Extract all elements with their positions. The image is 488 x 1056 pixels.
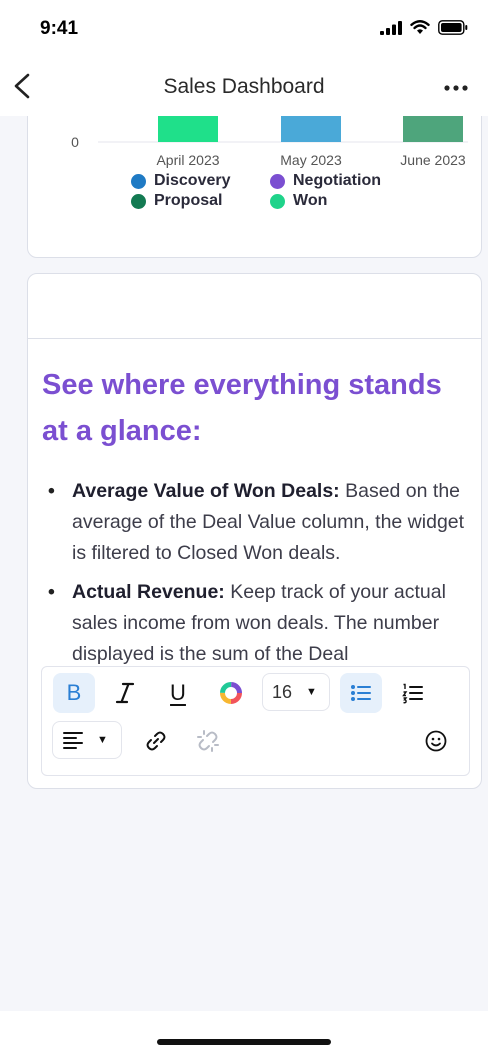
list-item-title: Average Value of Won Deals: [72,480,340,502]
x-axis-tick-label: June 2023 [400,152,466,168]
color-wheel-icon [220,682,242,704]
status-bar: 9:41 [0,0,488,60]
legend-label: Negotiation [293,172,381,189]
font-size-value: 16 [272,681,293,702]
x-axis-tick-label: April 2023 [156,152,219,168]
status-icons [380,20,468,35]
underline-icon: U [170,680,186,705]
legend-item-discovery: Discovery [131,172,231,190]
bar-chart: 0 April 2023 May 2023 June 2023 [71,116,468,168]
bullet-marker: • [48,581,55,603]
list-item: • Actual Revenue: Keep track of your act… [42,577,472,668]
bold-button[interactable]: B [53,673,95,713]
widget-header [28,274,481,339]
legend-label: Proposal [154,192,223,209]
legend-item-proposal: Proposal [131,192,222,210]
numbered-list-icon [402,683,423,704]
bullet-list-button[interactable] [340,673,382,713]
italic-button[interactable] [104,673,146,713]
home-indicator-area [0,1011,488,1056]
bullet-list-icon [351,685,371,701]
legend-dot-negotiation [270,173,285,189]
x-axis-tick-label: May 2023 [280,152,342,168]
italic-icon [115,682,135,704]
legend-dot-proposal [131,193,146,209]
unlink-icon [197,730,219,752]
list-item: • Average Value of Won Deals: Based on t… [42,476,472,569]
caret-down-icon: ▼ [97,734,108,746]
dashboard-content[interactable]: 0 April 2023 May 2023 June 2023 Discovery … [0,116,488,1011]
rich-text-editor[interactable]: See where everything stands at a glance:… [42,362,472,668]
bar-discovery-1 [281,116,341,142]
page-title: Sales Dashboard [163,75,325,98]
emoji-icon [425,730,447,752]
text-widget-card: See where everything stands at a glance:… [27,273,482,789]
legend-item-negotiation: Negotiation [270,172,381,190]
editor-bullet-list: • Average Value of Won Deals: Based on t… [42,476,472,668]
emoji-button[interactable] [415,721,457,761]
remove-link-button[interactable] [187,721,229,761]
bar-proposal-2 [403,116,463,142]
signal-icon [380,20,402,35]
legend-dot-discovery [131,173,146,189]
bar-won-0 [158,116,218,142]
battery-icon [438,20,468,35]
home-indicator[interactable] [157,1039,331,1045]
editor-heading: See where everything stands at a glance: [42,369,442,447]
text-align-select[interactable]: ▼ [52,721,122,759]
legend-item-won: Won [270,192,327,210]
legend-dot-won [270,193,285,209]
bullet-marker: • [48,480,55,502]
text-color-button[interactable] [210,673,252,713]
numbered-list-button[interactable] [392,673,434,713]
nav-bar: Sales Dashboard [0,60,488,116]
caret-down-icon: ▼ [306,686,317,698]
link-icon [146,731,166,751]
list-item-title: Actual Revenue: [72,581,225,603]
status-time: 9:41 [40,18,79,39]
formatting-toolbar: B U 16 ▼ ▼ [41,666,470,776]
insert-link-button[interactable] [135,721,177,761]
y-axis-tick: 0 [71,134,79,150]
chart-widget-card: 0 April 2023 May 2023 June 2023 Discovery … [27,116,482,258]
font-size-select[interactable]: 16 ▼ [262,673,330,711]
wifi-icon [410,20,430,34]
legend-label: Discovery [154,172,231,189]
legend-label: Won [293,192,328,209]
underline-button[interactable]: U [157,673,199,713]
bold-icon: B [66,680,82,705]
align-left-icon [63,732,83,749]
more-options-icon[interactable] [442,74,470,102]
